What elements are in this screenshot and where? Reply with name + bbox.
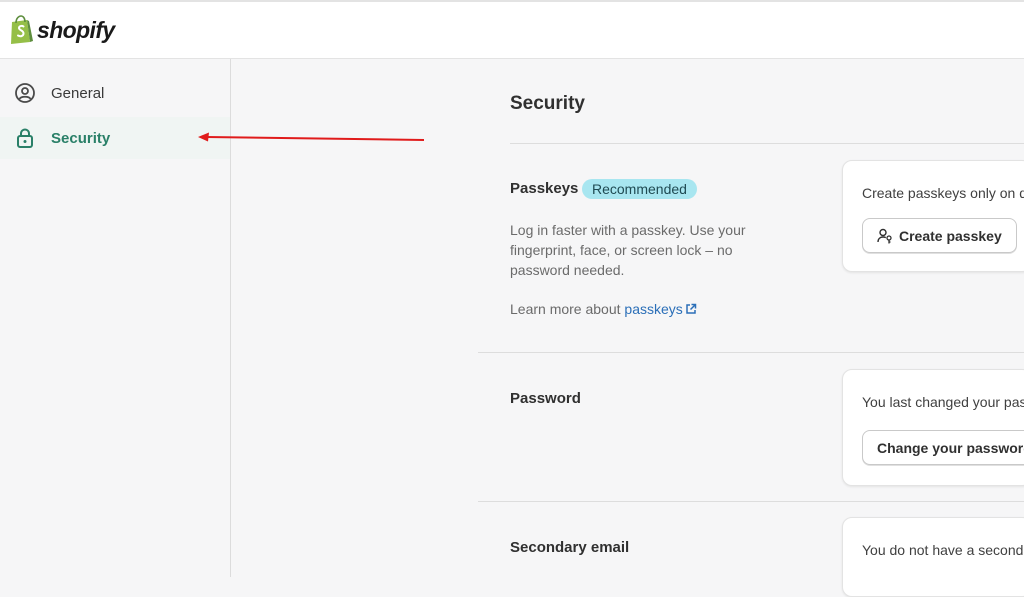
- brand-name: shopify: [37, 16, 115, 43]
- sidebar-item-label: General: [51, 84, 105, 102]
- passkeys-card-text: Create passkeys only on de: [862, 185, 1024, 201]
- sidebar-item-general[interactable]: General: [0, 72, 230, 114]
- lock-icon: [14, 127, 36, 149]
- top-bar: shopify: [0, 0, 1024, 59]
- shopify-bag-icon: [11, 15, 33, 44]
- secondary-email-card: You do not have a seconda: [842, 517, 1024, 597]
- password-card: You last changed your pas Change your pa…: [842, 369, 1024, 486]
- section-divider: [478, 501, 1024, 502]
- passkeys-card: Create passkeys only on de Create passke…: [842, 160, 1024, 272]
- learn-more-text: Learn more about passkeys: [510, 301, 697, 318]
- passkeys-link[interactable]: passkeys: [624, 301, 682, 317]
- passkeys-title: Passkeys: [510, 180, 579, 197]
- create-passkey-button[interactable]: Create passkey: [862, 218, 1017, 253]
- learn-more-prefix: Learn more about: [510, 301, 625, 317]
- sidebar-item-label: Security: [51, 129, 111, 147]
- passkeys-description: Log in faster with a passkey. Use your f…: [510, 222, 746, 278]
- recommended-badge: Recommended: [582, 179, 697, 199]
- change-password-button[interactable]: Change your password: [862, 430, 1024, 465]
- page-title: Security: [510, 93, 585, 114]
- user-circle-icon: [14, 82, 36, 104]
- external-link-icon[interactable]: [685, 302, 697, 318]
- secondary-email-card-text: You do not have a seconda: [862, 542, 1024, 558]
- change-password-label: Change your password: [877, 439, 1024, 456]
- main-content: Security Passkeys Recommended Log in fas…: [232, 59, 1024, 597]
- secondary-email-title: Secondary email: [510, 539, 630, 556]
- password-title: Password: [510, 390, 581, 407]
- create-passkey-label: Create passkey: [899, 227, 1002, 244]
- passkey-icon: [877, 228, 892, 243]
- password-card-text: You last changed your pas: [862, 394, 1024, 410]
- shopify-logo[interactable]: shopify: [8, 15, 115, 45]
- section-divider: [478, 352, 1024, 353]
- section-divider: [510, 143, 1024, 144]
